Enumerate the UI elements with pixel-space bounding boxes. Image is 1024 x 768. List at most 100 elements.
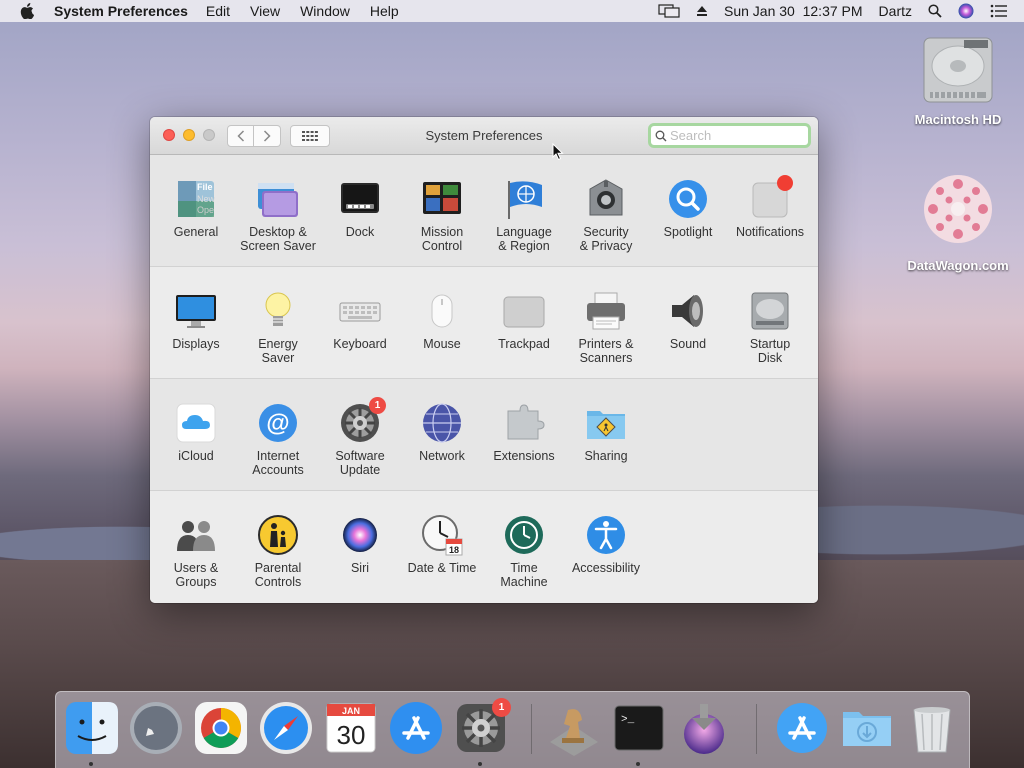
menu-clock[interactable]: Sun Jan 30 12:37 PM — [724, 3, 863, 19]
pane-accessibility[interactable]: Accessibility — [565, 491, 647, 575]
window-titlebar[interactable]: System Preferences — [150, 117, 818, 155]
siri-menu-icon[interactable] — [958, 3, 974, 19]
pane-siri[interactable]: Siri — [319, 491, 401, 575]
search-field[interactable] — [648, 123, 811, 148]
pane-time-machine[interactable]: Time Machine — [483, 491, 565, 589]
spotlight-search-icon[interactable] — [928, 4, 942, 18]
apple-menu-icon[interactable] — [20, 3, 36, 19]
pane-keyboard[interactable]: Keyboard — [319, 267, 401, 351]
pane-label: Security & Privacy — [579, 225, 633, 253]
dock-chrome[interactable] — [193, 700, 249, 756]
pane-icloud[interactable]: iCloud — [155, 379, 237, 463]
pane-mission-control[interactable]: Mission Control — [401, 155, 483, 253]
notification-center-icon[interactable] — [990, 4, 1008, 18]
pane-security-privacy[interactable]: Security & Privacy — [565, 155, 647, 253]
terminal-icon: >_ — [611, 700, 667, 761]
pane-network[interactable]: Network — [401, 379, 483, 463]
dock-icon — [338, 177, 382, 221]
pane-printers-scanners[interactable]: Printers & Scanners — [565, 267, 647, 365]
menu-edit[interactable]: Edit — [206, 3, 230, 19]
dock-app-store[interactable] — [388, 700, 444, 756]
pane-software-update[interactable]: 1 Software Update — [319, 379, 401, 477]
displays-icon — [174, 289, 218, 333]
menu-user[interactable]: Dartz — [879, 3, 912, 19]
spotlight-icon — [666, 177, 710, 221]
pane-spotlight[interactable]: Spotlight — [647, 155, 729, 239]
display-mirror-icon[interactable] — [658, 4, 680, 18]
dock-safari[interactable] — [258, 700, 314, 756]
dock-trash[interactable] — [904, 700, 960, 756]
dock-downloads[interactable] — [839, 700, 895, 756]
pane-sharing[interactable]: Sharing — [565, 379, 647, 463]
downloads-icon — [839, 700, 895, 761]
startup-disk-icon — [748, 289, 792, 333]
pane-displays[interactable]: Displays — [155, 267, 237, 351]
svg-text:18: 18 — [449, 545, 459, 555]
pane-extensions[interactable]: Extensions — [483, 379, 565, 463]
pane-desktop-screensaver[interactable]: Desktop & Screen Saver — [237, 155, 319, 253]
svg-text:30: 30 — [337, 720, 366, 750]
system-preferences-window: System Preferences File NewOpe General Desk… — [150, 117, 818, 603]
eject-icon[interactable] — [696, 5, 708, 17]
pane-label: Spotlight — [663, 225, 713, 239]
pane-label: Date & Time — [407, 561, 477, 575]
pane-label: Startup Disk — [749, 337, 791, 365]
menu-window[interactable]: Window — [300, 3, 350, 19]
time-machine-icon — [502, 513, 546, 557]
dock-app-store-folder[interactable] — [774, 700, 830, 756]
dock-finder[interactable] — [64, 700, 120, 766]
pane-label: Accessibility — [571, 561, 641, 575]
dock-system-preferences[interactable]: 1 — [453, 698, 511, 766]
search-icon — [655, 130, 667, 141]
menu-help[interactable]: Help — [370, 3, 399, 19]
dock: JAN 30 1 >_ — [55, 691, 970, 768]
pane-date-time[interactable]: 18 Date & Time — [401, 491, 483, 575]
dock-chess[interactable] — [546, 700, 602, 756]
siri-icon — [338, 513, 382, 557]
running-indicator — [89, 762, 93, 766]
mouse-icon — [420, 289, 464, 333]
internet-accounts-icon: @ — [256, 401, 300, 445]
menu-bar: System Preferences Edit View Window Help… — [0, 0, 1024, 22]
pane-language-region[interactable]: Language & Region — [483, 155, 565, 253]
pane-mouse[interactable]: Mouse — [401, 267, 483, 351]
pane-label: Users & Groups — [173, 561, 219, 589]
pane-label: Displays — [172, 337, 220, 351]
dock-calendar[interactable]: JAN 30 — [323, 700, 379, 756]
pane-label: Sharing — [584, 449, 628, 463]
pane-notifications[interactable]: Notifications — [729, 155, 811, 239]
pane-users-groups[interactable]: Users & Groups — [155, 491, 237, 589]
pane-label: Desktop & Screen Saver — [240, 225, 316, 253]
svg-text:File: File — [197, 182, 213, 192]
sound-icon — [666, 289, 710, 333]
date-time-icon: 18 — [420, 513, 464, 557]
pane-dock[interactable]: Dock — [319, 155, 401, 239]
app-store-folder-icon — [774, 700, 830, 761]
dock-terminal[interactable]: >_ — [611, 700, 667, 766]
pane-trackpad[interactable]: Trackpad — [483, 267, 565, 351]
running-indicator — [478, 762, 482, 766]
pane-general[interactable]: File New Ope General — [155, 155, 237, 239]
accessibility-icon — [584, 513, 628, 557]
menu-view[interactable]: View — [250, 3, 280, 19]
menu-app-name[interactable]: System Preferences — [54, 3, 188, 19]
desktop-icon-macintosh-hd[interactable]: Macintosh HD — [900, 32, 1016, 127]
desktop-icon-datawagon[interactable]: DataWagon.com — [898, 170, 1018, 273]
launchpad-icon — [128, 700, 184, 761]
dock-launchpad[interactable] — [128, 700, 184, 756]
pane-startup-disk[interactable]: Startup Disk — [729, 267, 811, 365]
update-badge: 1 — [369, 397, 386, 414]
dock-badge: 1 — [492, 698, 511, 717]
pane-parental-controls[interactable]: Parental Controls — [237, 491, 319, 589]
pane-energy-saver[interactable]: Energy Saver — [237, 267, 319, 365]
search-input[interactable] — [670, 128, 800, 143]
dock-installer[interactable] — [676, 700, 732, 756]
svg-text:>_: >_ — [621, 714, 635, 726]
desktop-screensaver-icon — [256, 177, 300, 221]
installer-icon — [676, 700, 732, 761]
pane-sound[interactable]: Sound — [647, 267, 729, 351]
calendar-icon: JAN 30 — [323, 700, 379, 761]
pane-section-4: Users & Groups Parental Controls Siri 18 Dat… — [150, 491, 818, 603]
pane-internet-accounts[interactable]: @ Internet Accounts — [237, 379, 319, 477]
svg-text:Ope: Ope — [197, 205, 214, 215]
